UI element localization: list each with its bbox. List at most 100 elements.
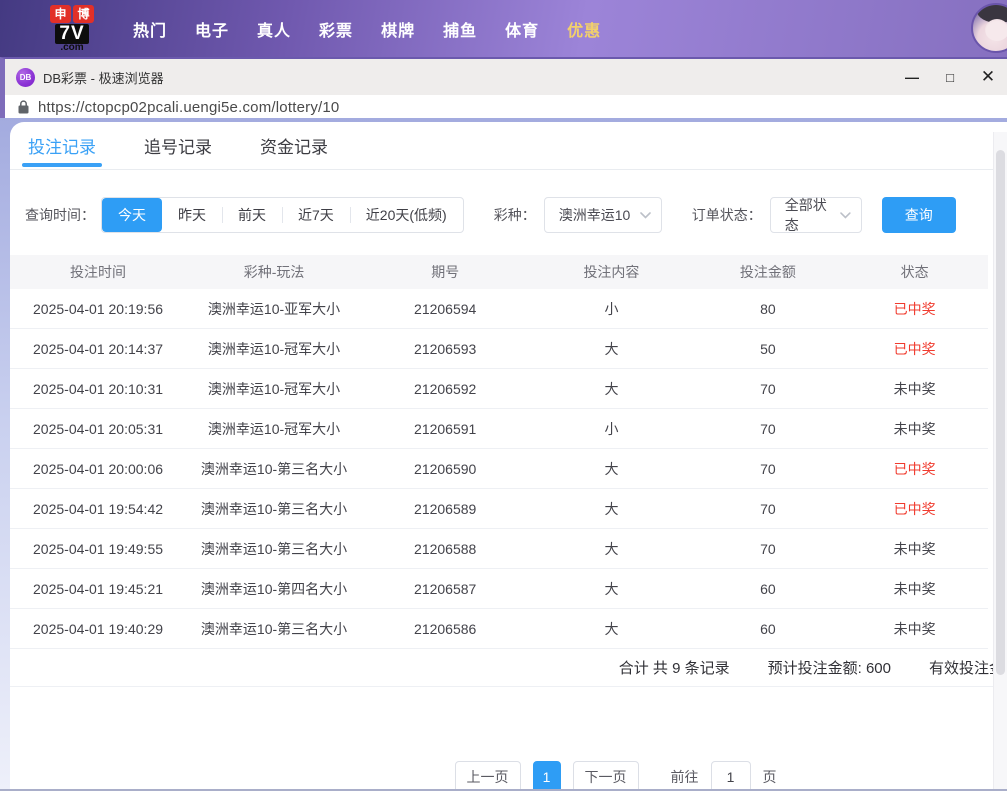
time-option-last20days[interactable]: 近20天(低频) [350,198,463,232]
cell-status: 已中奖 [841,299,988,319]
order-status-label: 订单状态： [692,205,762,225]
nav-item-live[interactable]: 真人 [257,17,291,41]
prev-page-button[interactable]: 上一页 [455,761,521,791]
table-row: 2025-04-01 20:10:31 澳洲幸运10-冠军大小 21206592… [10,369,988,409]
lock-icon [18,100,29,114]
table-row: 2025-04-01 20:00:06 澳洲幸运10-第三名大小 2120659… [10,449,988,489]
cell-status: 已中奖 [841,499,988,519]
table-body: 2025-04-01 20:19:56 澳洲幸运10-亚军大小 21206594… [10,289,988,649]
cell-issue: 21206591 [362,421,528,437]
cell-bet-amount: 60 [695,621,842,637]
cell-status: 已中奖 [841,459,988,479]
cell-bet-content: 大 [528,459,694,479]
browser-favicon-icon: DB [16,68,35,87]
cell-issue: 21206593 [362,341,528,357]
cell-bet-content: 大 [528,499,694,519]
header-status: 状态 [841,262,988,282]
cell-bet-time: 2025-04-01 20:14:37 [10,341,186,357]
time-option-yesterday[interactable]: 昨天 [162,198,222,232]
nav-item-lottery[interactable]: 彩票 [319,17,353,41]
order-status-value: 全部状态 [785,195,840,235]
cell-bet-amount: 80 [695,301,842,317]
cell-game-play: 澳洲幸运10-第四名大小 [186,579,362,599]
pagination: 上一页 1 下一页 前往 页 [117,761,1007,791]
search-button[interactable]: 查询 [882,197,956,233]
screen: 申 博 7V .com 热门 电子 真人 彩票 棋牌 捕鱼 体育 优惠 DB D… [0,0,1007,791]
scrollbar-thumb[interactable] [996,150,1005,675]
favicon-text: DB [20,73,32,82]
nav-item-slots[interactable]: 电子 [195,17,229,41]
table-header-row: 投注时间 彩种-玩法 期号 投注内容 投注金额 状态 [10,255,988,289]
cell-bet-content: 大 [528,379,694,399]
time-option-2days-ago[interactable]: 前天 [222,198,282,232]
table-row: 2025-04-01 20:05:31 澳洲幸运10-冠军大小 21206591… [10,409,988,449]
main-menu: 热门 电子 真人 彩票 棋牌 捕鱼 体育 优惠 [133,17,601,41]
logo-badge-right: 博 [73,5,94,23]
cell-issue: 21206594 [362,301,528,317]
window-title: DB彩票 - 极速浏览器 [43,68,164,87]
cell-issue: 21206587 [362,581,528,597]
cell-status: 未中奖 [841,619,988,639]
order-status-select[interactable]: 全部状态 [770,197,862,233]
cell-bet-amount: 70 [695,461,842,477]
tab-bet-records[interactable]: 投注记录 [28,122,96,169]
bet-records-table: 投注时间 彩种-玩法 期号 投注内容 投注金额 状态 2025-04-01 20… [10,255,988,649]
browser-urlbar[interactable]: https://ctopcp02pcali.uengi5e.com/lotter… [5,95,1007,119]
cell-bet-time: 2025-04-01 19:40:29 [10,621,186,637]
cell-bet-amount: 70 [695,381,842,397]
lottery-type-value: 澳洲幸运10 [559,205,631,225]
maximize-button[interactable]: □ [931,70,969,85]
cell-bet-content: 大 [528,539,694,559]
site-logo[interactable]: 申 博 7V .com [45,5,99,53]
window-controls: — □ ✕ [893,59,1007,95]
scrollbar-track[interactable] [993,132,1007,791]
cell-bet-content: 大 [528,339,694,359]
filter-bar: 查询时间： 今天 昨天 前天 近7天 近20天(低频) 彩种： 澳洲幸运10 订… [10,197,1007,233]
cell-game-play: 澳洲幸运10-冠军大小 [186,339,362,359]
summary-bar: 合计 共 9 条记录 预计投注金额: 600 有效投注金额 [10,649,1007,687]
close-button[interactable]: ✕ [969,67,1007,87]
cell-bet-amount: 60 [695,581,842,597]
cell-bet-time: 2025-04-01 20:05:31 [10,421,186,437]
cell-game-play: 澳洲幸运10-冠军大小 [186,419,362,439]
cell-issue: 21206589 [362,501,528,517]
logo-domain-text: .com [60,43,83,53]
goto-page-input[interactable] [711,761,751,791]
nav-item-hot[interactable]: 热门 [133,17,167,41]
tab-fund-records[interactable]: 资金记录 [260,122,328,169]
time-option-last7days[interactable]: 近7天 [282,198,350,232]
logo-badges: 申 博 [50,5,94,23]
nav-item-fishing[interactable]: 捕鱼 [443,17,477,41]
cell-issue: 21206586 [362,621,528,637]
header-issue: 期号 [362,262,528,282]
minimize-button[interactable]: — [893,69,931,85]
page-background: 投注记录 追号记录 资金记录 查询时间： 今天 昨天 前天 近7天 近20天(低… [0,118,1007,791]
page-unit-label: 页 [763,767,777,787]
nav-item-sports[interactable]: 体育 [505,17,539,41]
table-row: 2025-04-01 19:45:21 澳洲幸运10-第四名大小 2120658… [10,569,988,609]
lottery-type-label: 彩种： [494,205,536,225]
time-option-today[interactable]: 今天 [102,198,162,232]
cell-game-play: 澳洲幸运10-亚军大小 [186,299,362,319]
logo-badge-left: 申 [50,5,71,23]
lottery-type-select[interactable]: 澳洲幸运10 [544,197,662,233]
goto-page-label: 前往 [671,767,699,787]
time-range-group: 今天 昨天 前天 近7天 近20天(低频) [101,197,464,233]
avatar[interactable] [971,3,1007,53]
cell-bet-amount: 70 [695,501,842,517]
cell-issue: 21206588 [362,541,528,557]
cell-bet-content: 小 [528,419,694,439]
next-page-button[interactable]: 下一页 [573,761,639,791]
summary-total-records: 合计 共 9 条记录 [619,657,730,678]
site-nav: 申 博 7V .com 热门 电子 真人 彩票 棋牌 捕鱼 体育 优惠 [0,0,1007,57]
cell-game-play: 澳洲幸运10-第三名大小 [186,499,362,519]
tab-chase-records[interactable]: 追号记录 [144,122,212,169]
nav-item-promo[interactable]: 优惠 [567,17,601,41]
cell-bet-amount: 70 [695,421,842,437]
current-page-button[interactable]: 1 [533,761,561,791]
cell-bet-time: 2025-04-01 20:10:31 [10,381,186,397]
nav-item-boardgame[interactable]: 棋牌 [381,17,415,41]
cell-status: 未中奖 [841,379,988,399]
cell-bet-content: 大 [528,579,694,599]
table-row: 2025-04-01 20:14:37 澳洲幸运10-冠军大小 21206593… [10,329,988,369]
